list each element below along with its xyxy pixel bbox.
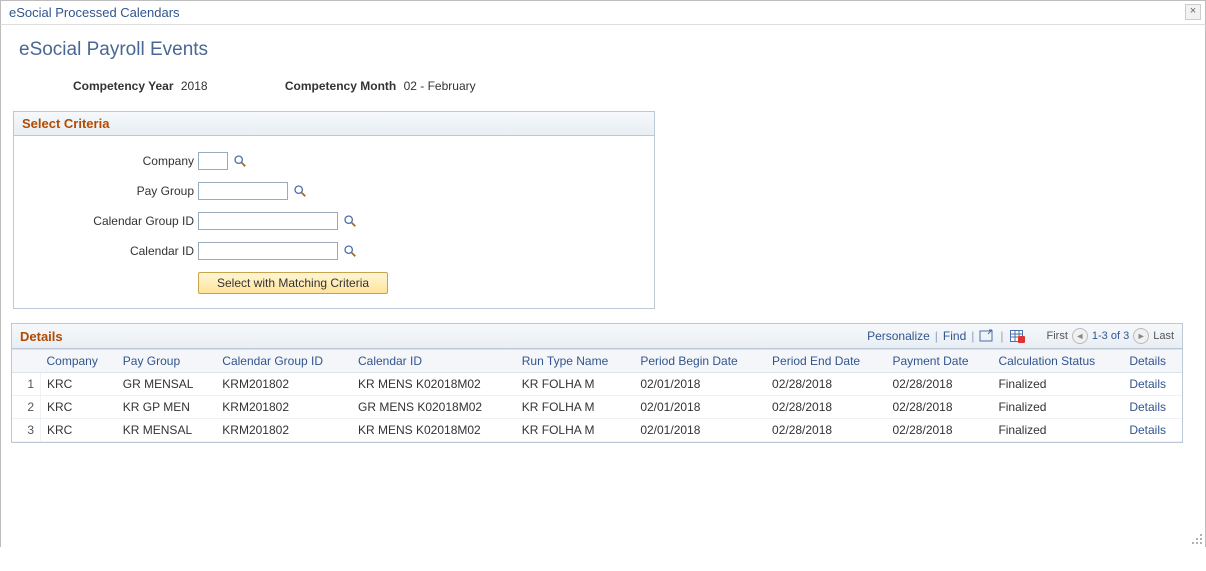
pager-prev-icon[interactable]: ◄ — [1072, 328, 1088, 344]
cell-status: Finalized — [992, 396, 1123, 419]
competency-month-value: 02 - February — [404, 79, 476, 93]
cell-runtype: KR FOLHA M — [516, 396, 635, 419]
cell-rownum: 1 — [12, 373, 41, 396]
cell-end: 02/28/2018 — [766, 373, 886, 396]
download-grid-icon[interactable] — [1009, 329, 1025, 343]
details-table: Company Pay Group Calendar Group ID Cale… — [12, 349, 1182, 442]
close-icon[interactable]: × — [1185, 4, 1201, 20]
paygroup-label: Pay Group — [24, 184, 194, 198]
col-begin[interactable]: Period Begin Date — [634, 350, 766, 373]
cell-paygroup: GR MENSAL — [117, 373, 217, 396]
pager-next-icon[interactable]: ► — [1133, 328, 1149, 344]
table-row: 1KRCGR MENSALKRM201802KR MENS K02018M02K… — [12, 373, 1182, 396]
page-title: eSocial Payroll Events — [19, 39, 1195, 61]
company-lookup-icon[interactable] — [232, 153, 248, 169]
cell-rownum: 3 — [12, 419, 41, 442]
cell-cal-id: KR MENS K02018M02 — [352, 419, 516, 442]
cell-cal-group: KRM201802 — [216, 373, 352, 396]
cell-cal-id: GR MENS K02018M02 — [352, 396, 516, 419]
pager-last[interactable]: Last — [1153, 330, 1174, 342]
col-cal-id[interactable]: Calendar ID — [352, 350, 516, 373]
cell-paygroup: KR MENSAL — [117, 419, 217, 442]
cell-payment: 02/28/2018 — [886, 396, 992, 419]
cell-status: Finalized — [992, 373, 1123, 396]
paygroup-input[interactable] — [198, 182, 288, 200]
cell-end: 02/28/2018 — [766, 419, 886, 442]
cell-status: Finalized — [992, 419, 1123, 442]
competency-year-label: Competency Year — [73, 79, 174, 93]
modal-header: eSocial Processed Calendars × — [0, 0, 1206, 25]
company-input[interactable] — [198, 152, 228, 170]
cell-begin: 02/01/2018 — [634, 419, 766, 442]
cell-company: KRC — [41, 396, 117, 419]
cell-paygroup: KR GP MEN — [117, 396, 217, 419]
select-matching-button[interactable]: Select with Matching Criteria — [198, 272, 388, 294]
grid-title: Details — [20, 329, 63, 344]
cell-cal-id: KR MENS K02018M02 — [352, 373, 516, 396]
col-status[interactable]: Calculation Status — [992, 350, 1123, 373]
col-details[interactable]: Details — [1123, 350, 1182, 373]
col-runtype[interactable]: Run Type Name — [516, 350, 635, 373]
grid-pager: First ◄ 1-3 of 3 ► Last — [1047, 328, 1175, 344]
col-rownum — [12, 350, 41, 373]
select-criteria-title: Select Criteria — [14, 112, 654, 136]
paygroup-lookup-icon[interactable] — [292, 183, 308, 199]
modal-title: eSocial Processed Calendars — [9, 5, 180, 20]
calendar-group-lookup-icon[interactable] — [342, 213, 358, 229]
pager-first[interactable]: First — [1047, 330, 1068, 342]
table-row: 2KRCKR GP MENKRM201802GR MENS K02018M02K… — [12, 396, 1182, 419]
cell-runtype: KR FOLHA M — [516, 419, 635, 442]
company-label: Company — [24, 154, 194, 168]
find-link[interactable]: Find — [943, 329, 966, 343]
cell-company: KRC — [41, 373, 117, 396]
details-link[interactable]: Details — [1129, 400, 1166, 414]
pager-range: 1-3 of 3 — [1092, 330, 1129, 342]
details-link[interactable]: Details — [1129, 423, 1166, 437]
calendar-id-label: Calendar ID — [24, 244, 194, 258]
details-link[interactable]: Details — [1129, 377, 1166, 391]
cell-details: Details — [1123, 396, 1182, 419]
competency-year-value: 2018 — [181, 79, 208, 93]
col-end[interactable]: Period End Date — [766, 350, 886, 373]
cell-runtype: KR FOLHA M — [516, 373, 635, 396]
modal-content: eSocial Payroll Events Competency Year 2… — [0, 25, 1206, 547]
calendar-id-input[interactable] — [198, 242, 338, 260]
competency-month-label: Competency Month — [285, 79, 396, 93]
cell-details: Details — [1123, 373, 1182, 396]
zoom-grid-icon[interactable] — [979, 329, 995, 343]
cell-cal-group: KRM201802 — [216, 396, 352, 419]
resize-grip-icon[interactable] — [1189, 531, 1203, 545]
cell-payment: 02/28/2018 — [886, 373, 992, 396]
col-company[interactable]: Company — [41, 350, 117, 373]
competency-row: Competency Year 2018 Competency Month 02… — [73, 79, 1195, 93]
calendar-group-label: Calendar Group ID — [24, 214, 194, 228]
personalize-link[interactable]: Personalize — [867, 329, 930, 343]
col-paygroup[interactable]: Pay Group — [117, 350, 217, 373]
select-criteria-panel: Select Criteria Company Pay Group Calend… — [13, 111, 655, 309]
cell-payment: 02/28/2018 — [886, 419, 992, 442]
details-grid: Details Personalize | Find | | First ◄ 1… — [11, 323, 1183, 443]
calendar-group-input[interactable] — [198, 212, 338, 230]
cell-company: KRC — [41, 419, 117, 442]
grid-header-bar: Details Personalize | Find | | First ◄ 1… — [12, 324, 1182, 349]
col-payment[interactable]: Payment Date — [886, 350, 992, 373]
col-cal-group[interactable]: Calendar Group ID — [216, 350, 352, 373]
cell-cal-group: KRM201802 — [216, 419, 352, 442]
cell-begin: 02/01/2018 — [634, 396, 766, 419]
cell-details: Details — [1123, 419, 1182, 442]
cell-begin: 02/01/2018 — [634, 373, 766, 396]
table-row: 3KRCKR MENSALKRM201802KR MENS K02018M02K… — [12, 419, 1182, 442]
cell-end: 02/28/2018 — [766, 396, 886, 419]
cell-rownum: 2 — [12, 396, 41, 419]
calendar-id-lookup-icon[interactable] — [342, 243, 358, 259]
